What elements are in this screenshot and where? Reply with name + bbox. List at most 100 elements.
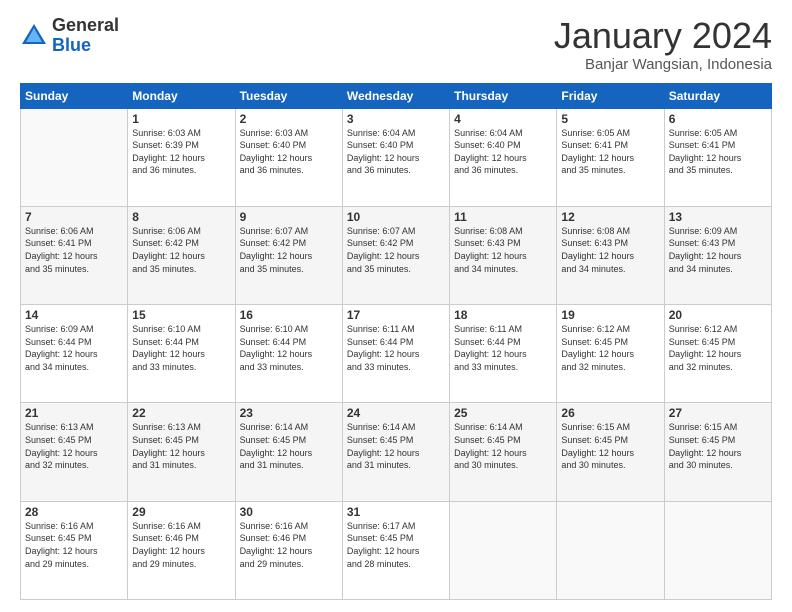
day-number: 11 xyxy=(454,210,552,224)
table-row: 24Sunrise: 6:14 AM Sunset: 6:45 PM Dayli… xyxy=(342,403,449,501)
day-number: 19 xyxy=(561,308,659,322)
day-info: Sunrise: 6:16 AM Sunset: 6:46 PM Dayligh… xyxy=(240,520,338,570)
day-number: 31 xyxy=(347,505,445,519)
day-info: Sunrise: 6:08 AM Sunset: 6:43 PM Dayligh… xyxy=(561,225,659,275)
table-row: 1Sunrise: 6:03 AM Sunset: 6:39 PM Daylig… xyxy=(128,108,235,206)
day-info: Sunrise: 6:14 AM Sunset: 6:45 PM Dayligh… xyxy=(347,421,445,471)
table-row: 12Sunrise: 6:08 AM Sunset: 6:43 PM Dayli… xyxy=(557,206,664,304)
table-row xyxy=(450,501,557,599)
day-number: 8 xyxy=(132,210,230,224)
table-row: 11Sunrise: 6:08 AM Sunset: 6:43 PM Dayli… xyxy=(450,206,557,304)
day-info: Sunrise: 6:03 AM Sunset: 6:39 PM Dayligh… xyxy=(132,127,230,177)
table-row: 3Sunrise: 6:04 AM Sunset: 6:40 PM Daylig… xyxy=(342,108,449,206)
day-info: Sunrise: 6:15 AM Sunset: 6:45 PM Dayligh… xyxy=(669,421,767,471)
day-info: Sunrise: 6:06 AM Sunset: 6:41 PM Dayligh… xyxy=(25,225,123,275)
table-row: 25Sunrise: 6:14 AM Sunset: 6:45 PM Dayli… xyxy=(450,403,557,501)
logo: General Blue xyxy=(20,16,119,56)
table-row: 22Sunrise: 6:13 AM Sunset: 6:45 PM Dayli… xyxy=(128,403,235,501)
day-number: 9 xyxy=(240,210,338,224)
weekday-header-row: Sunday Monday Tuesday Wednesday Thursday… xyxy=(21,83,772,108)
calendar-week-row: 28Sunrise: 6:16 AM Sunset: 6:45 PM Dayli… xyxy=(21,501,772,599)
logo-text: General Blue xyxy=(52,16,119,56)
table-row xyxy=(557,501,664,599)
table-row: 8Sunrise: 6:06 AM Sunset: 6:42 PM Daylig… xyxy=(128,206,235,304)
day-info: Sunrise: 6:13 AM Sunset: 6:45 PM Dayligh… xyxy=(132,421,230,471)
table-row: 17Sunrise: 6:11 AM Sunset: 6:44 PM Dayli… xyxy=(342,305,449,403)
day-info: Sunrise: 6:04 AM Sunset: 6:40 PM Dayligh… xyxy=(347,127,445,177)
calendar-body: 1Sunrise: 6:03 AM Sunset: 6:39 PM Daylig… xyxy=(21,108,772,599)
calendar-week-row: 1Sunrise: 6:03 AM Sunset: 6:39 PM Daylig… xyxy=(21,108,772,206)
table-row: 20Sunrise: 6:12 AM Sunset: 6:45 PM Dayli… xyxy=(664,305,771,403)
table-row: 9Sunrise: 6:07 AM Sunset: 6:42 PM Daylig… xyxy=(235,206,342,304)
day-number: 6 xyxy=(669,112,767,126)
day-number: 2 xyxy=(240,112,338,126)
month-title: January 2024 xyxy=(554,16,772,56)
day-number: 22 xyxy=(132,406,230,420)
day-number: 26 xyxy=(561,406,659,420)
day-info: Sunrise: 6:07 AM Sunset: 6:42 PM Dayligh… xyxy=(240,225,338,275)
table-row: 14Sunrise: 6:09 AM Sunset: 6:44 PM Dayli… xyxy=(21,305,128,403)
table-row: 31Sunrise: 6:17 AM Sunset: 6:45 PM Dayli… xyxy=(342,501,449,599)
day-number: 14 xyxy=(25,308,123,322)
table-row: 13Sunrise: 6:09 AM Sunset: 6:43 PM Dayli… xyxy=(664,206,771,304)
day-info: Sunrise: 6:09 AM Sunset: 6:44 PM Dayligh… xyxy=(25,323,123,373)
table-row: 15Sunrise: 6:10 AM Sunset: 6:44 PM Dayli… xyxy=(128,305,235,403)
day-info: Sunrise: 6:12 AM Sunset: 6:45 PM Dayligh… xyxy=(561,323,659,373)
logo-blue-text: Blue xyxy=(52,36,119,56)
calendar-table: Sunday Monday Tuesday Wednesday Thursday… xyxy=(20,83,772,600)
logo-icon xyxy=(20,22,48,50)
table-row: 2Sunrise: 6:03 AM Sunset: 6:40 PM Daylig… xyxy=(235,108,342,206)
day-info: Sunrise: 6:05 AM Sunset: 6:41 PM Dayligh… xyxy=(561,127,659,177)
table-row: 19Sunrise: 6:12 AM Sunset: 6:45 PM Dayli… xyxy=(557,305,664,403)
day-number: 20 xyxy=(669,308,767,322)
day-number: 5 xyxy=(561,112,659,126)
calendar-week-row: 7Sunrise: 6:06 AM Sunset: 6:41 PM Daylig… xyxy=(21,206,772,304)
day-info: Sunrise: 6:17 AM Sunset: 6:45 PM Dayligh… xyxy=(347,520,445,570)
day-number: 17 xyxy=(347,308,445,322)
day-info: Sunrise: 6:16 AM Sunset: 6:46 PM Dayligh… xyxy=(132,520,230,570)
location-subtitle: Banjar Wangsian, Indonesia xyxy=(554,56,772,73)
day-number: 25 xyxy=(454,406,552,420)
day-info: Sunrise: 6:08 AM Sunset: 6:43 PM Dayligh… xyxy=(454,225,552,275)
header-thursday: Thursday xyxy=(450,83,557,108)
header: General Blue January 2024 Banjar Wangsia… xyxy=(20,16,772,73)
day-number: 24 xyxy=(347,406,445,420)
day-number: 7 xyxy=(25,210,123,224)
calendar-week-row: 21Sunrise: 6:13 AM Sunset: 6:45 PM Dayli… xyxy=(21,403,772,501)
table-row: 21Sunrise: 6:13 AM Sunset: 6:45 PM Dayli… xyxy=(21,403,128,501)
day-info: Sunrise: 6:11 AM Sunset: 6:44 PM Dayligh… xyxy=(454,323,552,373)
day-info: Sunrise: 6:11 AM Sunset: 6:44 PM Dayligh… xyxy=(347,323,445,373)
table-row: 29Sunrise: 6:16 AM Sunset: 6:46 PM Dayli… xyxy=(128,501,235,599)
day-number: 28 xyxy=(25,505,123,519)
table-row: 5Sunrise: 6:05 AM Sunset: 6:41 PM Daylig… xyxy=(557,108,664,206)
calendar-header: Sunday Monday Tuesday Wednesday Thursday… xyxy=(21,83,772,108)
day-info: Sunrise: 6:05 AM Sunset: 6:41 PM Dayligh… xyxy=(669,127,767,177)
day-info: Sunrise: 6:14 AM Sunset: 6:45 PM Dayligh… xyxy=(454,421,552,471)
day-number: 10 xyxy=(347,210,445,224)
table-row: 30Sunrise: 6:16 AM Sunset: 6:46 PM Dayli… xyxy=(235,501,342,599)
table-row xyxy=(664,501,771,599)
day-number: 13 xyxy=(669,210,767,224)
table-row: 16Sunrise: 6:10 AM Sunset: 6:44 PM Dayli… xyxy=(235,305,342,403)
title-block: January 2024 Banjar Wangsian, Indonesia xyxy=(554,16,772,73)
day-info: Sunrise: 6:04 AM Sunset: 6:40 PM Dayligh… xyxy=(454,127,552,177)
header-friday: Friday xyxy=(557,83,664,108)
day-info: Sunrise: 6:12 AM Sunset: 6:45 PM Dayligh… xyxy=(669,323,767,373)
day-number: 30 xyxy=(240,505,338,519)
table-row: 10Sunrise: 6:07 AM Sunset: 6:42 PM Dayli… xyxy=(342,206,449,304)
day-info: Sunrise: 6:09 AM Sunset: 6:43 PM Dayligh… xyxy=(669,225,767,275)
table-row: 7Sunrise: 6:06 AM Sunset: 6:41 PM Daylig… xyxy=(21,206,128,304)
day-number: 15 xyxy=(132,308,230,322)
day-number: 4 xyxy=(454,112,552,126)
day-info: Sunrise: 6:15 AM Sunset: 6:45 PM Dayligh… xyxy=(561,421,659,471)
table-row: 23Sunrise: 6:14 AM Sunset: 6:45 PM Dayli… xyxy=(235,403,342,501)
table-row xyxy=(21,108,128,206)
day-number: 29 xyxy=(132,505,230,519)
day-number: 1 xyxy=(132,112,230,126)
day-info: Sunrise: 6:07 AM Sunset: 6:42 PM Dayligh… xyxy=(347,225,445,275)
day-info: Sunrise: 6:16 AM Sunset: 6:45 PM Dayligh… xyxy=(25,520,123,570)
page: General Blue January 2024 Banjar Wangsia… xyxy=(0,0,792,612)
table-row: 18Sunrise: 6:11 AM Sunset: 6:44 PM Dayli… xyxy=(450,305,557,403)
calendar-week-row: 14Sunrise: 6:09 AM Sunset: 6:44 PM Dayli… xyxy=(21,305,772,403)
table-row: 27Sunrise: 6:15 AM Sunset: 6:45 PM Dayli… xyxy=(664,403,771,501)
